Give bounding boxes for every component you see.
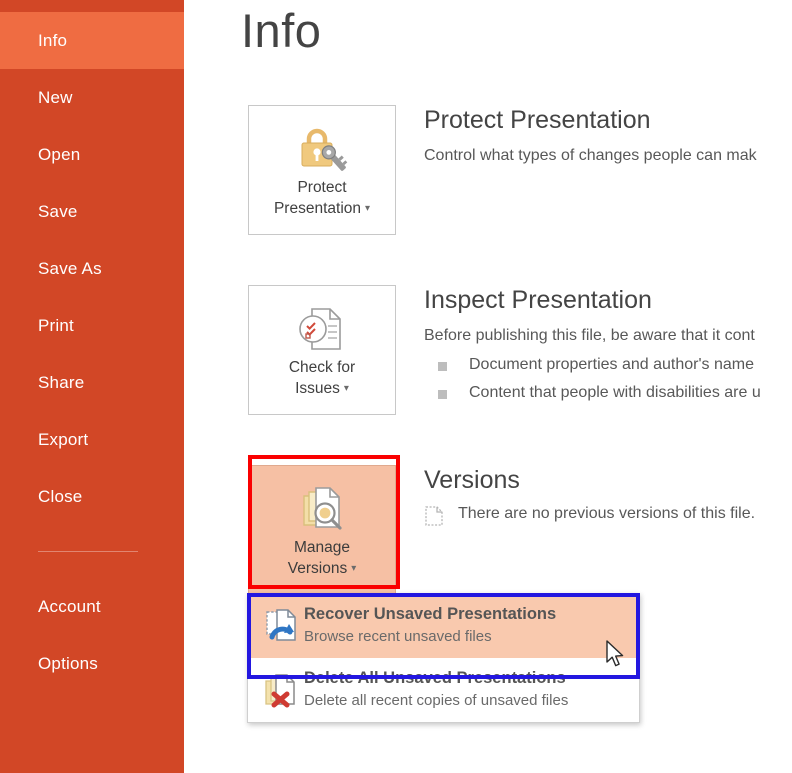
sidebar-item-label: Share <box>38 372 85 392</box>
sidebar-item-label: New <box>38 87 73 107</box>
menu-item-subtitle: Browse recent unsaved files <box>304 627 492 645</box>
menu-item-delete-all-unsaved-presentations[interactable]: Delete All Unsaved Presentations Delete … <box>248 658 639 722</box>
sidebar-item-label: Account <box>38 596 101 616</box>
sidebar-item-label: Close <box>38 486 83 506</box>
sidebar-item-options[interactable]: Options <box>0 635 184 692</box>
lock-and-key-icon <box>295 120 349 176</box>
sidebar-item-label: Export <box>38 429 89 449</box>
sidebar-item-label: Print <box>38 315 74 335</box>
inspect-bullet-text: Document properties and author's name <box>469 355 754 373</box>
delete-documents-icon <box>260 668 304 709</box>
check-for-issues-button[interactable]: Check for Issues ▾ <box>248 285 396 415</box>
sidebar-item-close[interactable]: Close <box>0 468 184 525</box>
sidebar-item-save[interactable]: Save <box>0 183 184 240</box>
empty-document-icon <box>424 505 444 532</box>
sidebar-item-label: Save <box>38 201 78 221</box>
sidebar-item-new[interactable]: New <box>0 69 184 126</box>
protect-presentation-button-label: Protect Presentation ▾ <box>273 179 371 217</box>
inspect-presentation-details: Inspect Presentation Before publishing t… <box>424 285 792 404</box>
menu-item-title: Recover Unsaved Presentations <box>304 605 557 623</box>
bullet-square-icon <box>438 390 447 400</box>
manage-versions-icon <box>296 480 348 536</box>
protect-presentation-description: Control what types of changes people can… <box>424 147 757 164</box>
sidebar-item-print[interactable]: Print <box>0 297 184 354</box>
protect-presentation-button[interactable]: Protect Presentation ▾ <box>248 105 396 235</box>
sidebar-item-label: Open <box>38 144 81 164</box>
chevron-down-icon: ▾ <box>343 383 349 395</box>
sidebar-top-spacer <box>0 0 184 12</box>
inspect-presentation-description: Before publishing this file, be aware th… <box>424 327 755 344</box>
sidebar-item-label: Save As <box>38 258 102 278</box>
list-item: Content that people with disabilities ar… <box>424 383 792 404</box>
document-inspect-icon <box>296 300 348 356</box>
manage-versions-dropdown-menu[interactable]: Recover Unsaved Presentations Browse rec… <box>247 593 640 724</box>
protect-presentation-heading: Protect Presentation <box>424 106 651 134</box>
menu-item-text: Delete All Unsaved Presentations Delete … <box>304 668 627 710</box>
protect-presentation-details: Protect Presentation Control what types … <box>424 105 792 167</box>
inspect-bullet-text: Content that people with disabilities ar… <box>469 384 761 402</box>
page-title: Info <box>241 4 322 57</box>
menu-item-subtitle: Delete all recent copies of unsaved file… <box>304 691 569 709</box>
versions-details: Versions There are no previous versions … <box>424 465 792 532</box>
menu-item-recover-unsaved-presentations[interactable]: Recover Unsaved Presentations Browse rec… <box>248 594 639 659</box>
recover-document-icon <box>260 604 304 645</box>
sidebar-item-save-as[interactable]: Save As <box>0 240 184 297</box>
manage-versions-button-label: Manage Versions ▾ <box>287 539 357 577</box>
sidebar-item-open[interactable]: Open <box>0 126 184 183</box>
sidebar-item-share[interactable]: Share <box>0 354 184 411</box>
backstage-sidebar: Info New Open Save Save As Print Share E… <box>0 0 184 773</box>
versions-heading: Versions <box>424 466 520 494</box>
inspect-presentation-heading: Inspect Presentation <box>424 286 652 314</box>
sidebar-item-export[interactable]: Export <box>0 411 184 468</box>
sidebar-divider <box>38 551 138 552</box>
menu-item-text: Recover Unsaved Presentations Browse rec… <box>304 604 627 646</box>
menu-item-title: Delete All Unsaved Presentations <box>304 669 566 688</box>
chevron-down-icon: ▾ <box>351 563 357 575</box>
versions-status-text: There are no previous versions of this f… <box>458 505 756 522</box>
sidebar-item-info[interactable]: Info <box>0 12 184 69</box>
sidebar-item-label: Options <box>38 653 98 673</box>
manage-versions-button[interactable]: Manage Versions ▾ <box>248 465 396 595</box>
bullet-square-icon <box>438 361 447 371</box>
check-for-issues-button-label: Check for Issues ▾ <box>288 359 356 397</box>
list-item: Document properties and author's name <box>424 355 792 376</box>
chevron-down-icon: ▾ <box>365 203 371 215</box>
versions-status-row: There are no previous versions of this f… <box>424 503 792 532</box>
sidebar-item-label: Info <box>38 30 68 50</box>
sidebar-item-account[interactable]: Account <box>0 578 184 635</box>
